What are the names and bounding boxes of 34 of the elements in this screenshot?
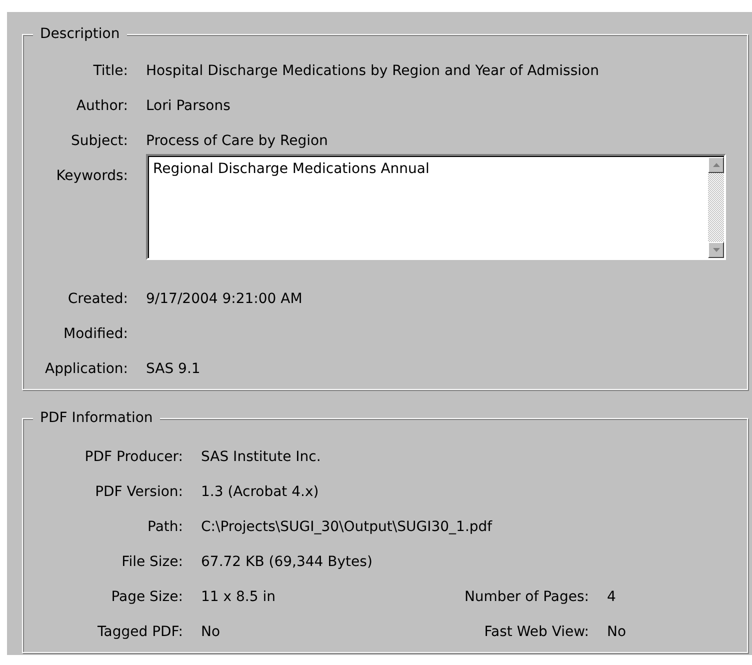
group-title: Description [33,26,127,43]
field-label: Created: [66,291,129,308]
field-label: Modified: [62,326,129,343]
field-value: SAS 9.1 [146,361,200,378]
field-value: Lori Parsons [146,98,230,115]
field-value: SAS Institute Inc. [201,449,321,466]
keywords-field[interactable]: Regional Discharge Medications Annual [146,154,726,260]
field-label: Number of Pages: [463,589,590,606]
field-value: No [201,624,220,641]
scroll-down-button[interactable] [708,242,724,258]
field-value: 4 [607,589,616,606]
field-label: Subject: [70,133,129,150]
field-label: Keywords: [55,168,129,185]
field-value: 9/17/2004 9:21:00 AM [146,291,302,308]
field-value: Hospital Discharge Medications by Region and Year of Admission [146,63,599,80]
field-value: 11 x 8.5 in [201,589,276,606]
field-value: Process of Care by Region [146,133,328,150]
field-value: No [607,624,626,641]
field-label: PDF Producer: [84,449,184,466]
scroll-up-button[interactable] [708,157,724,173]
field-value: 1.3 (Acrobat 4.x) [201,484,319,501]
field-label: File Size: [120,554,184,571]
field-label: Fast Web View: [483,624,590,641]
field-value: 67.72 KB (69,344 Bytes) [201,554,372,571]
field-label: Page Size: [110,589,184,606]
field-label: PDF Version: [94,484,184,501]
field-label: Tagged PDF: [96,624,184,641]
field-label: Application: [44,361,129,378]
field-value: C:\Projects\SUGI_30\Output\SUGI30_1.pdf [201,519,492,536]
down-arrow-icon [712,248,720,252]
field-label: Path: [146,519,184,536]
field-label: Title: [92,63,129,80]
up-arrow-icon [712,163,720,167]
field-label: Author: [75,98,129,115]
